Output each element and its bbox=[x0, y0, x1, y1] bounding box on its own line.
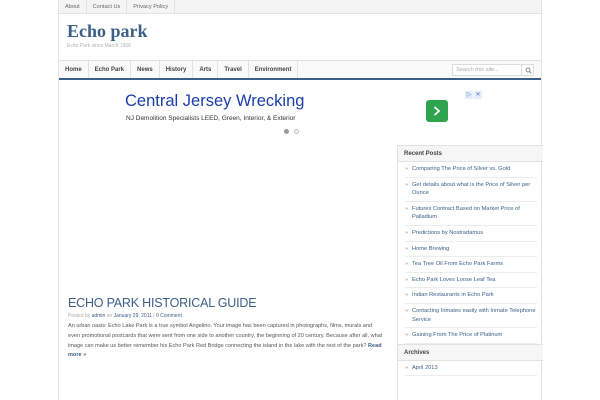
recent-post-link[interactable]: Home Brewing bbox=[412, 246, 449, 252]
recent-post-link[interactable]: Predictions by Nostradamus bbox=[412, 230, 483, 236]
recent-post-link[interactable]: Comparing The Price of Silver vs. Gold bbox=[412, 166, 510, 172]
arrow-right-icon: » bbox=[405, 205, 409, 212]
ad-text: NJ Demolition Specialists LEED, Green, I… bbox=[126, 115, 296, 122]
site-title[interactable]: Echo park bbox=[67, 21, 541, 41]
post-date: January 29, 2011 bbox=[113, 313, 152, 319]
recent-post-item[interactable]: » Indian Restaurants in Echo Park bbox=[405, 288, 537, 304]
nav-item-echo-park[interactable]: Echo Park bbox=[89, 61, 132, 78]
recent-post-item[interactable]: » Futures Contract Based on Market Price … bbox=[405, 202, 537, 226]
post-body-text: An urban oasis: Echo Lake Park is a true… bbox=[68, 323, 383, 349]
post-author[interactable]: admin bbox=[92, 313, 106, 319]
topbar-link-privacy[interactable]: Privacy Policy bbox=[127, 0, 176, 13]
post-excerpt: An urban oasis: Echo Lake Park is a true… bbox=[68, 322, 383, 361]
nav-item-history[interactable]: History bbox=[160, 61, 194, 78]
ad-carousel-dots bbox=[284, 129, 299, 134]
site-header: Echo park Echo Park since March 1966 bbox=[59, 14, 541, 61]
search-icon bbox=[525, 67, 532, 74]
recent-post-item[interactable]: » Home Brewing bbox=[405, 242, 537, 258]
search-input[interactable]: Search this site... bbox=[453, 65, 521, 75]
arrow-right-icon: » bbox=[405, 229, 409, 236]
post-meta: Posted by admin on January 29, 2011 | 0 … bbox=[68, 313, 383, 319]
archives-list: » April 2013 bbox=[398, 361, 543, 377]
site-tagline: Echo Park since March 1966 bbox=[67, 43, 131, 49]
post-meta-on: on bbox=[106, 313, 113, 319]
post-meta-separator: | bbox=[153, 313, 155, 319]
arrow-right-icon: » bbox=[405, 181, 409, 188]
post-meta-label: Posted by bbox=[68, 313, 91, 319]
main-nav: Home Echo Park News History Arts Travel … bbox=[59, 61, 541, 80]
page-container: About Contact Us Privacy Policy Echo par… bbox=[58, 0, 543, 400]
arrow-right-icon: » bbox=[405, 245, 409, 252]
nav-item-arts[interactable]: Arts bbox=[193, 61, 219, 78]
ad-headline[interactable]: Central Jersey Wrecking bbox=[125, 92, 304, 111]
nav-item-news[interactable]: News bbox=[131, 61, 160, 78]
archives-title: Archives bbox=[398, 343, 543, 361]
arrow-right-icon: » bbox=[405, 292, 409, 299]
recent-post-item[interactable]: » Echo Park Loves Loose Leaf Tea bbox=[405, 273, 537, 289]
recent-post-link[interactable]: Echo Park Loves Loose Leaf Tea bbox=[412, 277, 495, 283]
ad-banner[interactable]: Central Jersey Wrecking NJ Demolition Sp… bbox=[123, 90, 483, 140]
recent-post-item[interactable]: » Tea Tree Oil From Echo Park Farms bbox=[405, 257, 537, 273]
arrow-right-icon: » bbox=[405, 307, 409, 314]
post-title[interactable]: ECHO PARK HISTORICAL GUIDE bbox=[68, 296, 383, 310]
arrow-right-icon: » bbox=[405, 261, 409, 268]
top-bar: About Contact Us Privacy Policy bbox=[59, 0, 541, 14]
recent-post-link[interactable]: Get details about what is the Price of S… bbox=[412, 182, 530, 197]
ad-choices: ▷ ✕ bbox=[465, 91, 483, 99]
sidebar: Recent Posts » Comparing The Price of Sil… bbox=[397, 145, 543, 400]
arrow-right-icon: » bbox=[405, 166, 409, 172]
archive-item[interactable]: » April 2013 bbox=[405, 361, 537, 377]
ad-close-icon[interactable]: ✕ bbox=[474, 91, 482, 99]
recent-posts-list: » Comparing The Price of Silver vs. Gold … bbox=[398, 162, 543, 344]
recent-post-item[interactable]: » Get details about what is the Price of … bbox=[405, 178, 537, 202]
ad-open-button[interactable] bbox=[426, 100, 448, 122]
nav-item-travel[interactable]: Travel bbox=[218, 61, 249, 78]
recent-post-item[interactable]: » Comparing The Price of Silver vs. Gold bbox=[405, 162, 537, 178]
post: ECHO PARK HISTORICAL GUIDE Posted by adm… bbox=[68, 296, 383, 361]
ad-info-icon[interactable]: ▷ bbox=[465, 91, 473, 99]
topbar-link-contact[interactable]: Contact Us bbox=[87, 0, 128, 13]
post-comments[interactable]: 0 Comment bbox=[156, 313, 182, 319]
recent-post-link[interactable]: Futures Contract Based on Market Price o… bbox=[412, 206, 520, 221]
recent-post-link[interactable]: Gaining From The Price of Platinum bbox=[412, 332, 502, 338]
recent-post-item[interactable]: » Predictions by Nostradamus bbox=[405, 226, 537, 242]
nav-item-environment[interactable]: Environment bbox=[249, 61, 299, 78]
archive-link[interactable]: April 2013 bbox=[412, 365, 438, 371]
recent-post-link[interactable]: Tea Tree Oil From Echo Park Farms bbox=[412, 261, 503, 267]
recent-post-link[interactable]: Contacting Inmates easily with Inmate Te… bbox=[412, 308, 536, 323]
nav-item-home[interactable]: Home bbox=[59, 61, 89, 78]
recent-post-item[interactable]: » Contacting Inmates easily with Inmate T… bbox=[405, 304, 537, 329]
arrow-right-icon: » bbox=[405, 332, 409, 339]
chevron-right-icon bbox=[433, 106, 441, 116]
search-button[interactable] bbox=[521, 65, 533, 75]
arrow-right-icon: » bbox=[405, 364, 409, 371]
carousel-dot-1[interactable] bbox=[284, 129, 289, 134]
arrow-right-icon: » bbox=[405, 276, 409, 283]
recent-post-item[interactable]: » Gaining From The Price of Platinum bbox=[405, 328, 537, 344]
topbar-link-about[interactable]: About bbox=[59, 0, 87, 13]
search-box: Search this site... bbox=[452, 64, 534, 76]
recent-post-link[interactable]: Indian Restaurants in Echo Park bbox=[412, 292, 494, 298]
carousel-dot-2[interactable] bbox=[294, 129, 299, 134]
recent-posts-title: Recent Posts bbox=[398, 145, 543, 162]
